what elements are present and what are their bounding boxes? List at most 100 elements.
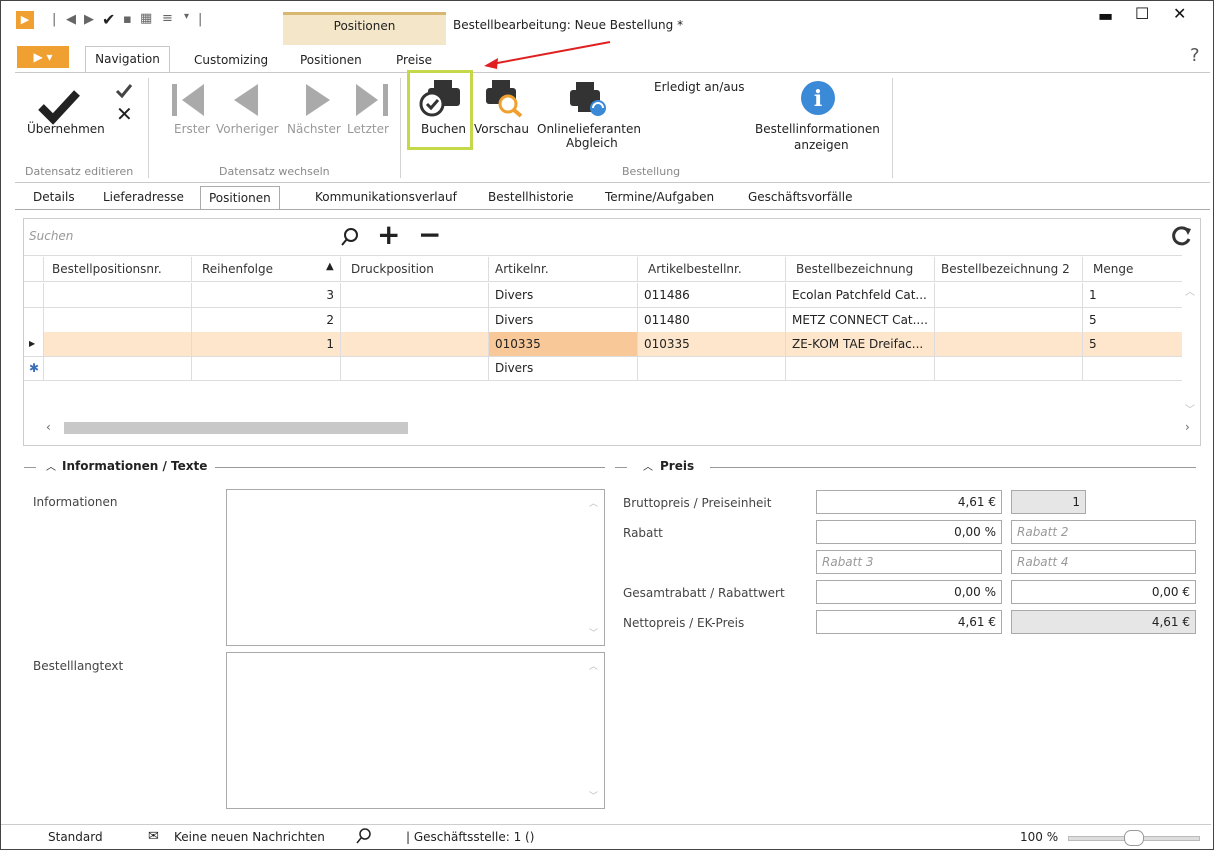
rabatt4-input[interactable]: Rabatt 4 (1011, 550, 1196, 574)
add-row-icon[interactable]: + (377, 218, 400, 251)
subtab-details[interactable]: Details (33, 186, 75, 208)
vorschau-button[interactable]: Vorschau (474, 122, 529, 136)
cell-artikelbestellnr[interactable]: 011486 (638, 283, 786, 307)
scroll-up-icon[interactable]: ︿ (1185, 283, 1195, 298)
cell-artikelbestellnr[interactable]: 011480 (638, 308, 786, 332)
onlinelieferanten-button[interactable]: Onlinelieferanten (537, 122, 641, 136)
col-header-reihenfolge[interactable]: Reihenfolge (192, 257, 341, 281)
next-record-icon[interactable]: ▶ (84, 12, 94, 27)
col-header-bestellpositionsnr[interactable]: Bestellpositionsnr. (44, 257, 192, 281)
checkmark-icon[interactable]: ✔ (102, 10, 115, 29)
table-row[interactable]: 3 Divers 011486 Ecolan Patchfeld Cat... … (24, 283, 1182, 308)
cell-bestellbezeichnung[interactable]: Ecolan Patchfeld Cat... (786, 283, 935, 307)
rabatt-field[interactable]: 0,00 % (816, 520, 1002, 544)
close-icon[interactable]: ✕ (1173, 4, 1186, 23)
minimize-icon[interactable]: ▬ (1098, 6, 1113, 25)
cell-reihenfolge[interactable]: 3 (192, 283, 341, 307)
subtab-kommunikationsverlauf[interactable]: Kommunikationsverlauf (315, 186, 457, 208)
discard-icon[interactable]: ✕ (116, 102, 133, 126)
table-row-selected[interactable]: ▶ 1 010335 010335 ZE-KOM TAE Dreifac... … (24, 332, 1182, 357)
document-icon[interactable]: ≡ (162, 11, 173, 26)
letzter-button[interactable]: Letzter (347, 122, 389, 136)
col-header-menge[interactable]: Menge (1083, 257, 1182, 281)
preiseinheit-field[interactable]: 1 (1011, 490, 1086, 514)
horizontal-scrollbar[interactable]: ‹ › (44, 420, 1199, 438)
cell-artikelnr[interactable]: Divers (489, 356, 638, 380)
cell-bestellbezeichnung-2[interactable] (935, 283, 1083, 307)
vertical-scrollbar[interactable]: ︿ ﹀ (1182, 283, 1198, 420)
subtab-termine[interactable]: Termine/Aufgaben (605, 186, 714, 208)
cell-artikelbestellnr[interactable]: 010335 (638, 332, 786, 356)
collapse-icon[interactable]: ︿ (643, 458, 653, 473)
cell-bestellpositionsnr[interactable] (44, 308, 192, 332)
dropdown-icon[interactable]: ▾ (184, 11, 189, 22)
cell-reihenfolge[interactable] (192, 356, 341, 380)
rabatt3-input[interactable]: Rabatt 3 (816, 550, 1002, 574)
cell-bestellbezeichnung-2[interactable] (935, 332, 1083, 356)
maximize-icon[interactable]: ☐ (1135, 4, 1149, 23)
refresh-icon[interactable] (1171, 225, 1193, 247)
brutto-field[interactable]: 4,61 € (816, 490, 1002, 514)
buchen-button[interactable]: Buchen (421, 122, 466, 136)
cell-bestellpositionsnr[interactable] (44, 332, 192, 356)
cell-bestellbezeichnung-2[interactable] (935, 308, 1083, 332)
scroll-up-icon[interactable]: ︿ (589, 659, 598, 672)
scroll-up-icon[interactable]: ︿ (589, 496, 598, 509)
cell-druckposition[interactable] (341, 356, 489, 380)
ek-preis-field[interactable]: 4,61 € (1011, 610, 1196, 634)
cell-bestellbezeichnung[interactable] (786, 356, 935, 380)
cell-menge[interactable]: 1 (1083, 283, 1182, 307)
collapse-icon[interactable]: ︿ (46, 458, 56, 473)
first-record-icon[interactable]: ◀ (66, 12, 76, 27)
scroll-down-icon[interactable]: ﹀ (589, 626, 598, 639)
cell-druckposition[interactable] (341, 308, 489, 332)
subtab-positionen[interactable]: Positionen (200, 186, 280, 211)
gesamtrabatt-field[interactable]: 0,00 % (816, 580, 1002, 604)
scrollbar-thumb[interactable] (64, 422, 408, 434)
scroll-left-icon[interactable]: ‹ (46, 420, 51, 434)
cell-druckposition[interactable] (341, 283, 489, 307)
comment-icon[interactable]: ▪ (123, 12, 132, 27)
subtab-lieferadresse[interactable]: Lieferadresse (103, 186, 184, 208)
remove-row-icon[interactable]: − (418, 218, 441, 251)
cell-artikelnr[interactable]: 010335 (489, 332, 638, 356)
cell-druckposition[interactable] (341, 332, 489, 356)
uebernehmen-button[interactable]: Übernehmen (27, 122, 105, 136)
search-icon[interactable] (340, 227, 360, 247)
tab-customizing[interactable]: Customizing (186, 48, 276, 72)
rabatt2-input[interactable]: Rabatt 2 (1011, 520, 1196, 544)
cell-bestellbezeichnung[interactable]: METZ CONNECT Cat.... (786, 308, 935, 332)
bestelllangtext-textarea[interactable]: ︿ ﹀ (226, 652, 605, 809)
vorheriger-button[interactable]: Vorheriger (216, 122, 279, 136)
scroll-right-icon[interactable]: › (1185, 420, 1190, 434)
search-input[interactable]: Suchen (29, 229, 73, 243)
bestellinfo-button-line2[interactable]: anzeigen (794, 138, 849, 152)
cell-menge[interactable]: 5 (1083, 332, 1182, 356)
informationen-textarea[interactable]: ︿ ﹀ (226, 489, 605, 646)
cell-bestellpositionsnr[interactable] (44, 356, 192, 380)
bestellinfo-button[interactable]: Bestellinformationen (755, 122, 880, 136)
col-header-bestellbezeichnung-2[interactable]: Bestellbezeichnung 2 (935, 257, 1083, 281)
cell-bestellbezeichnung[interactable]: ZE-KOM TAE Dreifac... (786, 332, 935, 356)
search-icon[interactable] (356, 828, 372, 844)
help-icon[interactable]: ? (1190, 45, 1200, 66)
nettopreis-field[interactable]: 4,61 € (816, 610, 1002, 634)
subtab-bestellhistorie[interactable]: Bestellhistorie (488, 186, 574, 208)
cell-reihenfolge[interactable]: 2 (192, 308, 341, 332)
onlinelieferanten-button-line2[interactable]: Abgleich (566, 136, 618, 150)
erledigt-toggle[interactable]: Erledigt an/aus (654, 80, 745, 94)
erster-button[interactable]: Erster (174, 122, 210, 136)
cell-menge[interactable]: 5 (1083, 308, 1182, 332)
cell-artikelbestellnr[interactable] (638, 356, 786, 380)
cell-bestellpositionsnr[interactable] (44, 283, 192, 307)
cell-menge[interactable] (1083, 356, 1182, 380)
col-header-druckposition[interactable]: Druckposition (341, 257, 489, 281)
subtab-geschaeftsvorfaelle[interactable]: Geschäftsvorfälle (748, 186, 852, 208)
cell-artikelnr[interactable]: Divers (489, 283, 638, 307)
tab-navigation[interactable]: Navigation (85, 46, 170, 74)
app-menu-button[interactable]: ▶ ▾ (17, 46, 69, 68)
scroll-down-icon[interactable]: ﹀ (1185, 401, 1195, 416)
cell-bestellbezeichnung-2[interactable] (935, 356, 1083, 380)
tab-preise[interactable]: Preise (388, 48, 440, 72)
col-header-bestellbezeichnung[interactable]: Bestellbezeichnung (786, 257, 935, 281)
